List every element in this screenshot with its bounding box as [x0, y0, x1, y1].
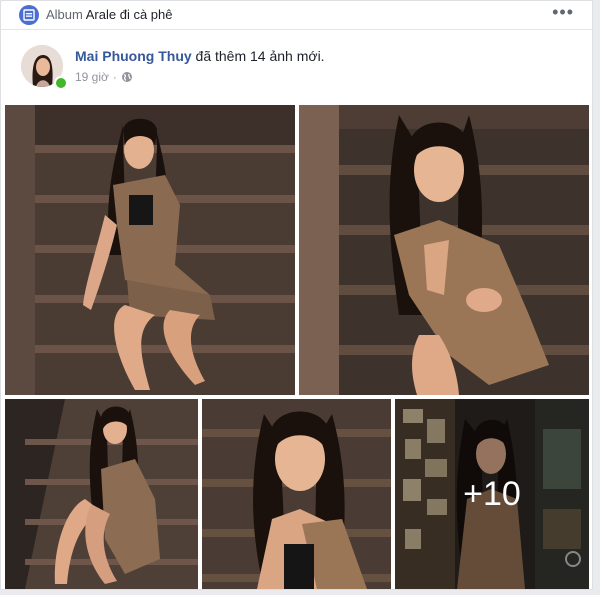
album-icon [19, 5, 39, 25]
photo-4[interactable] [202, 399, 391, 589]
album-prefix: Album [46, 7, 83, 22]
album-header: Album Arale đi cà phê ••• [1, 1, 592, 30]
photo-2[interactable] [299, 105, 589, 395]
album-title[interactable]: Album Arale đi cà phê [46, 7, 173, 22]
album-name[interactable]: Arale đi cà phê [86, 7, 173, 22]
more-photos-count: +10 [463, 474, 521, 513]
post-card: Album Arale đi cà phê ••• Mai Phuong Thu… [0, 0, 593, 590]
more-options-icon[interactable]: ••• [552, 3, 574, 21]
photo-1[interactable] [5, 105, 295, 395]
post-meta: 19 giờ · [75, 70, 133, 84]
author-name-link[interactable]: Mai Phuong Thuy [75, 48, 192, 64]
more-photos-overlay[interactable]: +10 [395, 399, 589, 589]
post-timestamp[interactable]: 19 giờ [75, 70, 109, 84]
post-header-line: Mai Phuong Thuy đã thêm 14 ảnh mới. [75, 48, 325, 64]
photo-5-more[interactable]: +10 [395, 399, 589, 589]
post-action-text: đã thêm 14 ảnh mới. [195, 48, 325, 64]
photo-3[interactable] [5, 399, 198, 589]
online-status-indicator [54, 76, 68, 90]
globe-icon[interactable] [121, 71, 133, 83]
meta-separator: · [112, 70, 117, 84]
